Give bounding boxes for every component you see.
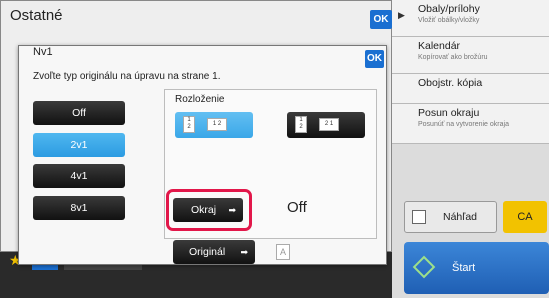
page-wide-icon: 1 2 (207, 118, 227, 131)
start-icon (412, 255, 436, 279)
menu-item-calendar[interactable]: Kalendár Kopírovať ako brožúru (392, 37, 549, 74)
preview-label: Náhľad (443, 211, 478, 223)
preview-button[interactable]: Náhľad (404, 201, 497, 233)
clear-all-button[interactable]: CA (503, 201, 547, 233)
page-number: 1 (187, 117, 191, 123)
menu-item-subtitle: Kopírovať ako brožúru (418, 54, 488, 61)
start-label: Štart (452, 262, 476, 274)
start-button[interactable]: Štart (404, 242, 549, 294)
original-label: Originál (189, 246, 226, 258)
menu-item-title: Obaly/prílohy (418, 3, 480, 15)
magnifier-icon (412, 210, 426, 224)
ok-button[interactable]: OK (365, 50, 384, 68)
original-button[interactable]: Originál ➡ (173, 240, 255, 264)
nv1-dialog: Nv1 OK Zvoľte typ originálu na úpravu na… (18, 45, 387, 265)
menu-item-margin-shift[interactable]: Posun okraju Posunúť na vytvorenie okraj… (392, 104, 549, 144)
layout-left-to-right-button[interactable]: 12 1 2 (175, 112, 253, 138)
dialog-title: Ostatné (10, 7, 63, 24)
menu-item-covers[interactable]: Obaly/prílohy Vložiť obálky/vložky (392, 0, 549, 37)
page-number: 2 (187, 124, 191, 130)
menu-item-title: Kalendár (418, 40, 461, 52)
menu-item-title: Obojstr. kópia (418, 77, 483, 89)
margin-label: Okraj (191, 204, 217, 216)
layout-label: Rozloženie (175, 94, 225, 105)
option-4v1[interactable]: 4v1 (33, 164, 125, 188)
option-2v1[interactable]: 2v1 (33, 133, 125, 157)
margin-value: Off (287, 199, 307, 216)
page-number: 2 (299, 124, 303, 130)
page-number: 2 (324, 121, 329, 127)
instruction-text: Zvoľte typ originálu na úpravu na strane… (33, 71, 221, 82)
page-number: 1 (212, 121, 217, 127)
arrow-right-icon: ➡ (240, 247, 248, 257)
page-icon: 12 (183, 116, 195, 133)
option-8v1[interactable]: 8v1 (33, 196, 125, 220)
margin-button[interactable]: Okraj ➡ (173, 198, 243, 222)
ok-button[interactable]: OK (370, 10, 392, 29)
menu-item-duplex[interactable]: Obojstr. kópia (392, 74, 549, 104)
option-off[interactable]: Off (33, 101, 125, 125)
menu-item-subtitle: Vložiť obálky/vložky (418, 17, 480, 24)
dialog-title: Nv1 (33, 46, 53, 58)
page-number: 1 (299, 117, 303, 123)
page-number: 2 (217, 121, 222, 127)
menu-item-title: Posun okraju (418, 107, 480, 119)
page-wide-icon: 2 1 (319, 118, 339, 131)
arrow-right-icon: ➡ (228, 205, 236, 215)
play-icon: ▶ (398, 10, 405, 20)
page-number: 1 (329, 121, 334, 127)
page-icon: 12 (295, 116, 307, 133)
layout-right-to-left-button[interactable]: 12 2 1 (287, 112, 365, 138)
menu-item-subtitle: Posunúť na vytvorenie okraja (418, 121, 509, 128)
original-orientation-icon: A (276, 244, 290, 260)
